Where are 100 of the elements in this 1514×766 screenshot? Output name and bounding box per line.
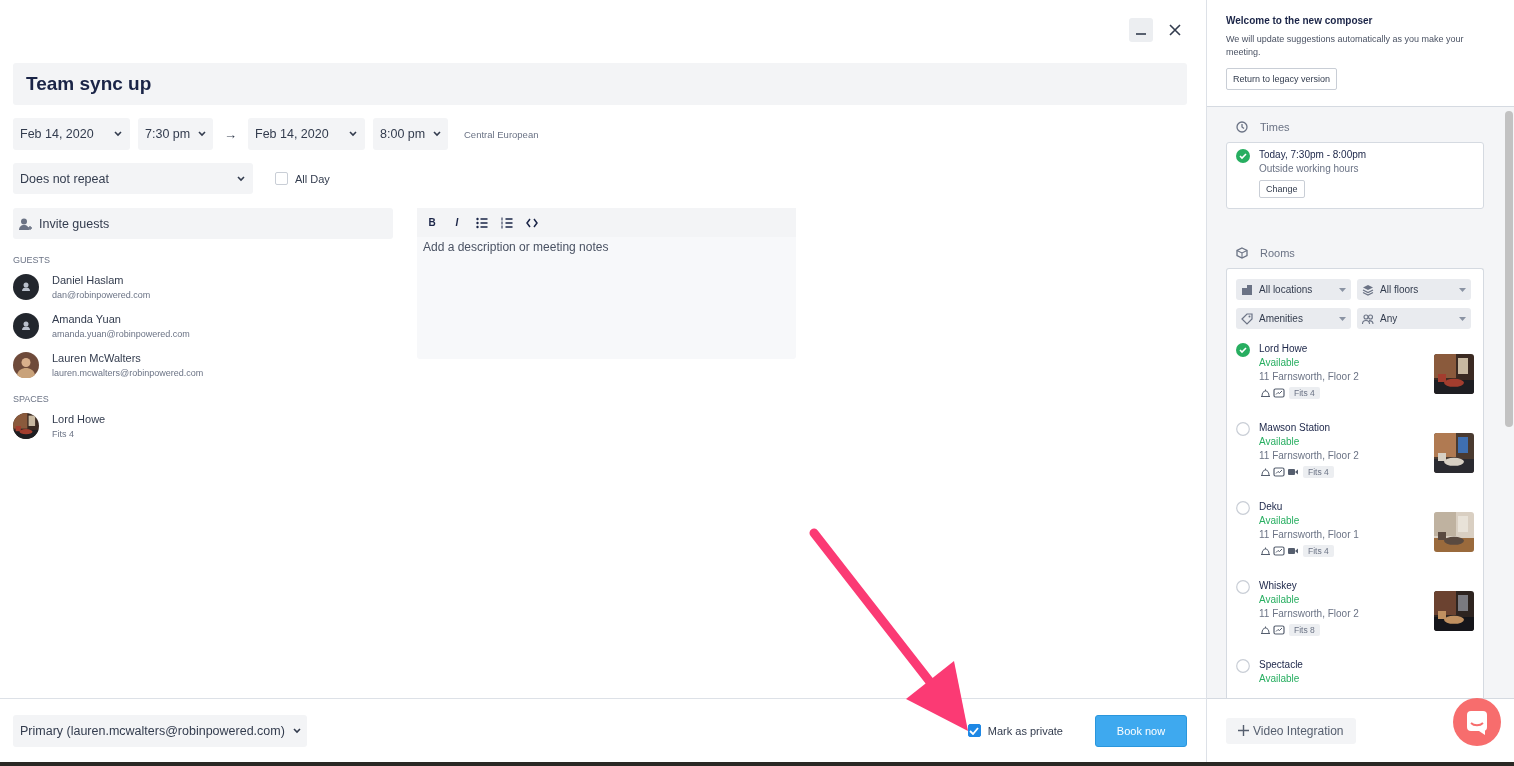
bulleted-list-icon[interactable] <box>476 216 488 229</box>
time-select[interactable]: 8:00 pm <box>373 118 448 150</box>
radio-button[interactable] <box>1236 659 1250 673</box>
avatar-icon <box>13 274 39 300</box>
caret-down-icon <box>1339 316 1346 321</box>
room-status: Available <box>1259 436 1301 447</box>
room-address: 11 Farnsworth, Floor 1 <box>1259 529 1360 540</box>
space-capacity: Fits 4 <box>52 429 75 439</box>
filter-select[interactable]: Amenities <box>1236 308 1351 329</box>
room-status: Available <box>1259 357 1301 368</box>
time-select[interactable]: 7:30 pm <box>138 118 213 150</box>
bell-icon <box>1259 466 1271 478</box>
layers-icon <box>1362 283 1374 296</box>
avatar-icon <box>13 352 39 378</box>
capacity-tag: Fits 4 <box>1289 387 1320 399</box>
guest-name: Amanda Yuan <box>52 313 122 325</box>
radio-button[interactable] <box>1236 501 1250 515</box>
video-camera-icon <box>1287 545 1299 557</box>
legacy-button[interactable]: Return to legacy version <box>1226 68 1338 90</box>
room-name: Spectacle <box>1259 659 1304 670</box>
guest-email: lauren.mcwalters@robinpowered.com <box>52 368 204 378</box>
room-status: Available <box>1259 673 1301 684</box>
welcome-text: We will update suggestions automatically as you make your meeting. <box>1226 33 1465 59</box>
repeat-select[interactable]: Does not repeat <box>13 163 253 194</box>
room-name: Whiskey <box>1259 580 1298 591</box>
room-item[interactable]: Whiskey Available 11 Farnsworth, Floor 2 Fits 8 <box>1236 580 1474 659</box>
code-icon[interactable] <box>526 216 538 229</box>
cube-icon <box>1236 247 1248 259</box>
date-select[interactable]: Feb 14, 2020 <box>248 118 365 150</box>
title-field[interactable]: Team sync up <box>13 63 1187 105</box>
date-select[interactable]: Feb 14, 2020 <box>13 118 130 150</box>
change-button[interactable]: Change <box>1259 180 1305 198</box>
filter-select[interactable]: Any <box>1357 308 1471 329</box>
avatar-icon <box>13 313 39 339</box>
bell-icon <box>1259 545 1271 557</box>
room-address: 11 Farnsworth, Floor 2 <box>1259 450 1360 461</box>
clock-icon <box>1236 121 1248 133</box>
video-camera-icon <box>1287 466 1299 478</box>
video-integration-button[interactable]: Video Integration <box>1226 717 1356 744</box>
checkbox[interactable] <box>275 172 288 185</box>
room-item[interactable]: Mawson Station Available 11 Farnsworth, Floor 2 Fits 4 <box>1236 422 1474 501</box>
time-slot: Today, 7:30pm - 8:00pm <box>1259 149 1367 160</box>
plus-icon <box>1238 725 1249 736</box>
bold-button[interactable]: B <box>426 217 438 228</box>
time-note: Outside working hours <box>1259 163 1360 174</box>
chat-launcher-icon[interactable] <box>1453 698 1501 746</box>
display-icon <box>1273 387 1285 399</box>
room-address: 11 Farnsworth, Floor 2 <box>1259 371 1360 382</box>
radio-button[interactable] <box>1236 580 1250 594</box>
italic-button[interactable]: I <box>451 217 463 228</box>
capacity-tag: Fits 4 <box>1303 545 1334 557</box>
timezone-label: Central European <box>464 128 539 140</box>
room-item[interactable]: Deku Available 11 Farnsworth, Floor 1 Fits 4 <box>1236 501 1474 580</box>
room-name: Mawson Station <box>1259 422 1332 433</box>
room-address: 11 Farnsworth, Floor 2 <box>1259 608 1360 619</box>
room-item[interactable]: Lord Howe Available 11 Farnsworth, Floor 2 Fits 4 <box>1236 343 1474 422</box>
building-icon <box>1241 283 1253 296</box>
radio-button[interactable] <box>1236 422 1250 436</box>
checkbox[interactable] <box>967 724 981 737</box>
display-icon <box>1273 466 1285 478</box>
people-icon <box>1362 312 1374 325</box>
guest-name: Lauren McWalters <box>52 352 142 364</box>
scrollbar-thumb[interactable] <box>1505 111 1513 427</box>
display-icon <box>1273 545 1285 557</box>
bell-icon <box>1259 624 1271 636</box>
display-icon <box>1273 624 1285 636</box>
filter-select[interactable]: All locations <box>1236 279 1351 300</box>
chevron-down-icon <box>198 131 207 137</box>
invite-field[interactable]: Invite guests <box>13 208 393 239</box>
description-editor[interactable]: B I Add a description or meeting notes <box>417 208 796 359</box>
capacity-tag: Fits 8 <box>1289 624 1320 636</box>
tag-icon <box>1241 312 1253 325</box>
section-heading: SPACES <box>13 394 50 404</box>
numbered-list-icon[interactable] <box>501 216 513 229</box>
filter-select[interactable]: All floors <box>1357 279 1471 300</box>
room-status: Available <box>1259 515 1301 526</box>
chevron-down-icon <box>237 175 245 182</box>
check-circle-icon[interactable] <box>1236 149 1250 163</box>
space-name: Lord Howe <box>52 413 106 425</box>
minimize-icon[interactable] <box>1129 18 1153 42</box>
caret-down-icon <box>1459 316 1466 321</box>
room-name: Deku <box>1259 501 1284 512</box>
guest-email: dan@robinpowered.com <box>52 290 151 300</box>
add-person-icon <box>19 218 33 230</box>
check-circle-icon[interactable] <box>1236 343 1250 357</box>
checkbox-label: Mark as private <box>987 724 1063 737</box>
bell-icon <box>1259 387 1271 399</box>
chevron-down-icon <box>349 131 357 137</box>
arrow-text: → <box>224 126 237 142</box>
guest-email: amanda.yuan@robinpowered.com <box>52 329 190 339</box>
section-heading: GUESTS <box>13 255 51 265</box>
section-heading: Rooms <box>1260 247 1295 259</box>
room-name: Lord Howe <box>1259 343 1309 354</box>
calendar-select[interactable]: Primary (lauren.mcwalters@robinpowered.com) <box>13 714 307 747</box>
caret-down-icon <box>1339 287 1346 292</box>
section-heading: Times <box>1260 121 1290 133</box>
chevron-down-icon <box>114 131 122 137</box>
capacity-tag: Fits 4 <box>1303 466 1334 478</box>
guest-name: Daniel Haslam <box>52 274 125 286</box>
room-item[interactable]: Spectacle Available <box>1236 659 1474 698</box>
